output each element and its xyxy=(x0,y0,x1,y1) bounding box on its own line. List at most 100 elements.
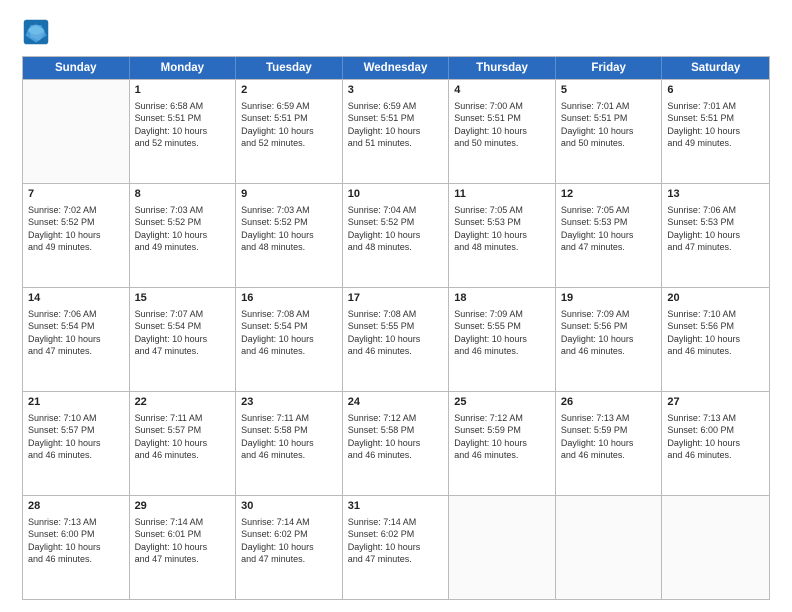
cell-info: Sunrise: 7:14 AM Sunset: 6:01 PM Dayligh… xyxy=(135,516,231,566)
cell-info: Sunrise: 7:13 AM Sunset: 5:59 PM Dayligh… xyxy=(561,412,657,462)
cell-info: Sunrise: 7:14 AM Sunset: 6:02 PM Dayligh… xyxy=(241,516,337,566)
cell-info: Sunrise: 7:13 AM Sunset: 6:00 PM Dayligh… xyxy=(28,516,124,566)
cell-info: Sunrise: 7:07 AM Sunset: 5:54 PM Dayligh… xyxy=(135,308,231,358)
cal-cell-4-3: 23 Sunrise: 7:11 AM Sunset: 5:58 PM Dayli… xyxy=(236,392,343,495)
day-number: 25 xyxy=(454,395,550,410)
cell-info: Sunrise: 7:04 AM Sunset: 5:52 PM Dayligh… xyxy=(348,204,444,254)
day-number: 27 xyxy=(667,395,764,410)
day-number: 6 xyxy=(667,83,764,98)
day-number: 19 xyxy=(561,291,657,306)
cal-cell-2-1: 7 Sunrise: 7:02 AM Sunset: 5:52 PM Daylig… xyxy=(23,184,130,287)
cal-cell-2-6: 12Sunrise: 7:05 AM Sunset: 5:53 PM Dayli… xyxy=(556,184,663,287)
calendar-week-5: 28 Sunrise: 7:13 AM Sunset: 6:00 PM Dayli… xyxy=(23,495,769,599)
calendar-body: 1 Sunrise: 6:58 AM Sunset: 5:51 PM Daylig… xyxy=(23,79,769,599)
cal-cell-4-4: 24 Sunrise: 7:12 AM Sunset: 5:58 PM Dayli… xyxy=(343,392,450,495)
cal-cell-4-7: 27 Sunrise: 7:13 AM Sunset: 6:00 PM Dayli… xyxy=(662,392,769,495)
day-number: 31 xyxy=(348,499,444,514)
cell-info: Sunrise: 7:08 AM Sunset: 5:55 PM Dayligh… xyxy=(348,308,444,358)
cell-info: Sunrise: 7:11 AM Sunset: 5:57 PM Dayligh… xyxy=(135,412,231,462)
cal-cell-4-1: 21 Sunrise: 7:10 AM Sunset: 5:57 PM Dayli… xyxy=(23,392,130,495)
cell-info: Sunrise: 7:12 AM Sunset: 5:58 PM Dayligh… xyxy=(348,412,444,462)
cal-cell-3-3: 16 Sunrise: 7:08 AM Sunset: 5:54 PM Dayli… xyxy=(236,288,343,391)
cal-cell-2-5: 11Sunrise: 7:05 AM Sunset: 5:53 PM Dayli… xyxy=(449,184,556,287)
cell-info: Sunrise: 7:00 AM Sunset: 5:51 PM Dayligh… xyxy=(454,100,550,150)
cal-cell-5-1: 28 Sunrise: 7:13 AM Sunset: 6:00 PM Dayli… xyxy=(23,496,130,599)
cell-info: Sunrise: 7:03 AM Sunset: 5:52 PM Dayligh… xyxy=(135,204,231,254)
day-number: 24 xyxy=(348,395,444,410)
cell-info: Sunrise: 7:09 AM Sunset: 5:56 PM Dayligh… xyxy=(561,308,657,358)
day-number: 2 xyxy=(241,83,337,98)
cal-cell-1-6: 5 Sunrise: 7:01 AM Sunset: 5:51 PM Daylig… xyxy=(556,80,663,183)
calendar-week-1: 1 Sunrise: 6:58 AM Sunset: 5:51 PM Daylig… xyxy=(23,79,769,183)
day-number: 1 xyxy=(135,83,231,98)
page: SundayMondayTuesdayWednesdayThursdayFrid… xyxy=(0,0,792,612)
cell-info: Sunrise: 7:12 AM Sunset: 5:59 PM Dayligh… xyxy=(454,412,550,462)
cal-header-friday: Friday xyxy=(556,57,663,79)
day-number: 23 xyxy=(241,395,337,410)
cal-cell-1-5: 4 Sunrise: 7:00 AM Sunset: 5:51 PM Daylig… xyxy=(449,80,556,183)
cal-cell-2-3: 9 Sunrise: 7:03 AM Sunset: 5:52 PM Daylig… xyxy=(236,184,343,287)
day-number: 26 xyxy=(561,395,657,410)
cal-cell-3-7: 20 Sunrise: 7:10 AM Sunset: 5:56 PM Dayli… xyxy=(662,288,769,391)
cal-cell-2-2: 8 Sunrise: 7:03 AM Sunset: 5:52 PM Daylig… xyxy=(130,184,237,287)
cell-info: Sunrise: 7:01 AM Sunset: 5:51 PM Dayligh… xyxy=(561,100,657,150)
cal-cell-1-1 xyxy=(23,80,130,183)
cell-info: Sunrise: 6:58 AM Sunset: 5:51 PM Dayligh… xyxy=(135,100,231,150)
cell-info: Sunrise: 7:11 AM Sunset: 5:58 PM Dayligh… xyxy=(241,412,337,462)
cal-cell-1-4: 3Sunrise: 6:59 AM Sunset: 5:51 PM Daylig… xyxy=(343,80,450,183)
day-number: 13 xyxy=(667,187,764,202)
cell-info: Sunrise: 7:10 AM Sunset: 5:56 PM Dayligh… xyxy=(667,308,764,358)
cal-cell-4-6: 26 Sunrise: 7:13 AM Sunset: 5:59 PM Dayli… xyxy=(556,392,663,495)
day-number: 7 xyxy=(28,187,124,202)
day-number: 4 xyxy=(454,83,550,98)
logo xyxy=(22,18,54,46)
cell-info: Sunrise: 7:02 AM Sunset: 5:52 PM Dayligh… xyxy=(28,204,124,254)
cal-cell-2-7: 13 Sunrise: 7:06 AM Sunset: 5:53 PM Dayli… xyxy=(662,184,769,287)
cell-info: Sunrise: 7:13 AM Sunset: 6:00 PM Dayligh… xyxy=(667,412,764,462)
cell-info: Sunrise: 7:06 AM Sunset: 5:53 PM Dayligh… xyxy=(667,204,764,254)
cell-info: Sunrise: 7:10 AM Sunset: 5:57 PM Dayligh… xyxy=(28,412,124,462)
day-number: 20 xyxy=(667,291,764,306)
day-number: 3 xyxy=(348,83,444,98)
calendar-header-row: SundayMondayTuesdayWednesdayThursdayFrid… xyxy=(23,57,769,79)
cal-cell-3-1: 14Sunrise: 7:06 AM Sunset: 5:54 PM Dayli… xyxy=(23,288,130,391)
cell-info: Sunrise: 7:08 AM Sunset: 5:54 PM Dayligh… xyxy=(241,308,337,358)
day-number: 16 xyxy=(241,291,337,306)
cal-header-wednesday: Wednesday xyxy=(343,57,450,79)
cal-cell-5-2: 29 Sunrise: 7:14 AM Sunset: 6:01 PM Dayli… xyxy=(130,496,237,599)
cell-info: Sunrise: 7:14 AM Sunset: 6:02 PM Dayligh… xyxy=(348,516,444,566)
cal-cell-3-4: 17 Sunrise: 7:08 AM Sunset: 5:55 PM Dayli… xyxy=(343,288,450,391)
day-number: 17 xyxy=(348,291,444,306)
day-number: 11 xyxy=(454,187,550,202)
cal-header-tuesday: Tuesday xyxy=(236,57,343,79)
cal-cell-4-2: 22 Sunrise: 7:11 AM Sunset: 5:57 PM Dayli… xyxy=(130,392,237,495)
cal-cell-2-4: 10Sunrise: 7:04 AM Sunset: 5:52 PM Dayli… xyxy=(343,184,450,287)
cal-cell-1-2: 1 Sunrise: 6:58 AM Sunset: 5:51 PM Daylig… xyxy=(130,80,237,183)
cal-cell-4-5: 25 Sunrise: 7:12 AM Sunset: 5:59 PM Dayli… xyxy=(449,392,556,495)
day-number: 8 xyxy=(135,187,231,202)
cal-cell-3-6: 19 Sunrise: 7:09 AM Sunset: 5:56 PM Dayli… xyxy=(556,288,663,391)
cal-header-thursday: Thursday xyxy=(449,57,556,79)
cal-cell-3-2: 15Sunrise: 7:07 AM Sunset: 5:54 PM Dayli… xyxy=(130,288,237,391)
day-number: 18 xyxy=(454,291,550,306)
cell-info: Sunrise: 7:01 AM Sunset: 5:51 PM Dayligh… xyxy=(667,100,764,150)
day-number: 5 xyxy=(561,83,657,98)
day-number: 28 xyxy=(28,499,124,514)
cal-header-monday: Monday xyxy=(130,57,237,79)
cell-info: Sunrise: 7:09 AM Sunset: 5:55 PM Dayligh… xyxy=(454,308,550,358)
cal-header-sunday: Sunday xyxy=(23,57,130,79)
cal-cell-5-5 xyxy=(449,496,556,599)
cell-info: Sunrise: 7:03 AM Sunset: 5:52 PM Dayligh… xyxy=(241,204,337,254)
day-number: 9 xyxy=(241,187,337,202)
cell-info: Sunrise: 6:59 AM Sunset: 5:51 PM Dayligh… xyxy=(241,100,337,150)
day-number: 22 xyxy=(135,395,231,410)
cal-cell-3-5: 18 Sunrise: 7:09 AM Sunset: 5:55 PM Dayli… xyxy=(449,288,556,391)
cal-cell-1-3: 2 Sunrise: 6:59 AM Sunset: 5:51 PM Daylig… xyxy=(236,80,343,183)
cal-cell-5-3: 30 Sunrise: 7:14 AM Sunset: 6:02 PM Dayli… xyxy=(236,496,343,599)
day-number: 30 xyxy=(241,499,337,514)
calendar-week-3: 14Sunrise: 7:06 AM Sunset: 5:54 PM Dayli… xyxy=(23,287,769,391)
cal-cell-5-6 xyxy=(556,496,663,599)
day-number: 29 xyxy=(135,499,231,514)
calendar: SundayMondayTuesdayWednesdayThursdayFrid… xyxy=(22,56,770,600)
day-number: 21 xyxy=(28,395,124,410)
